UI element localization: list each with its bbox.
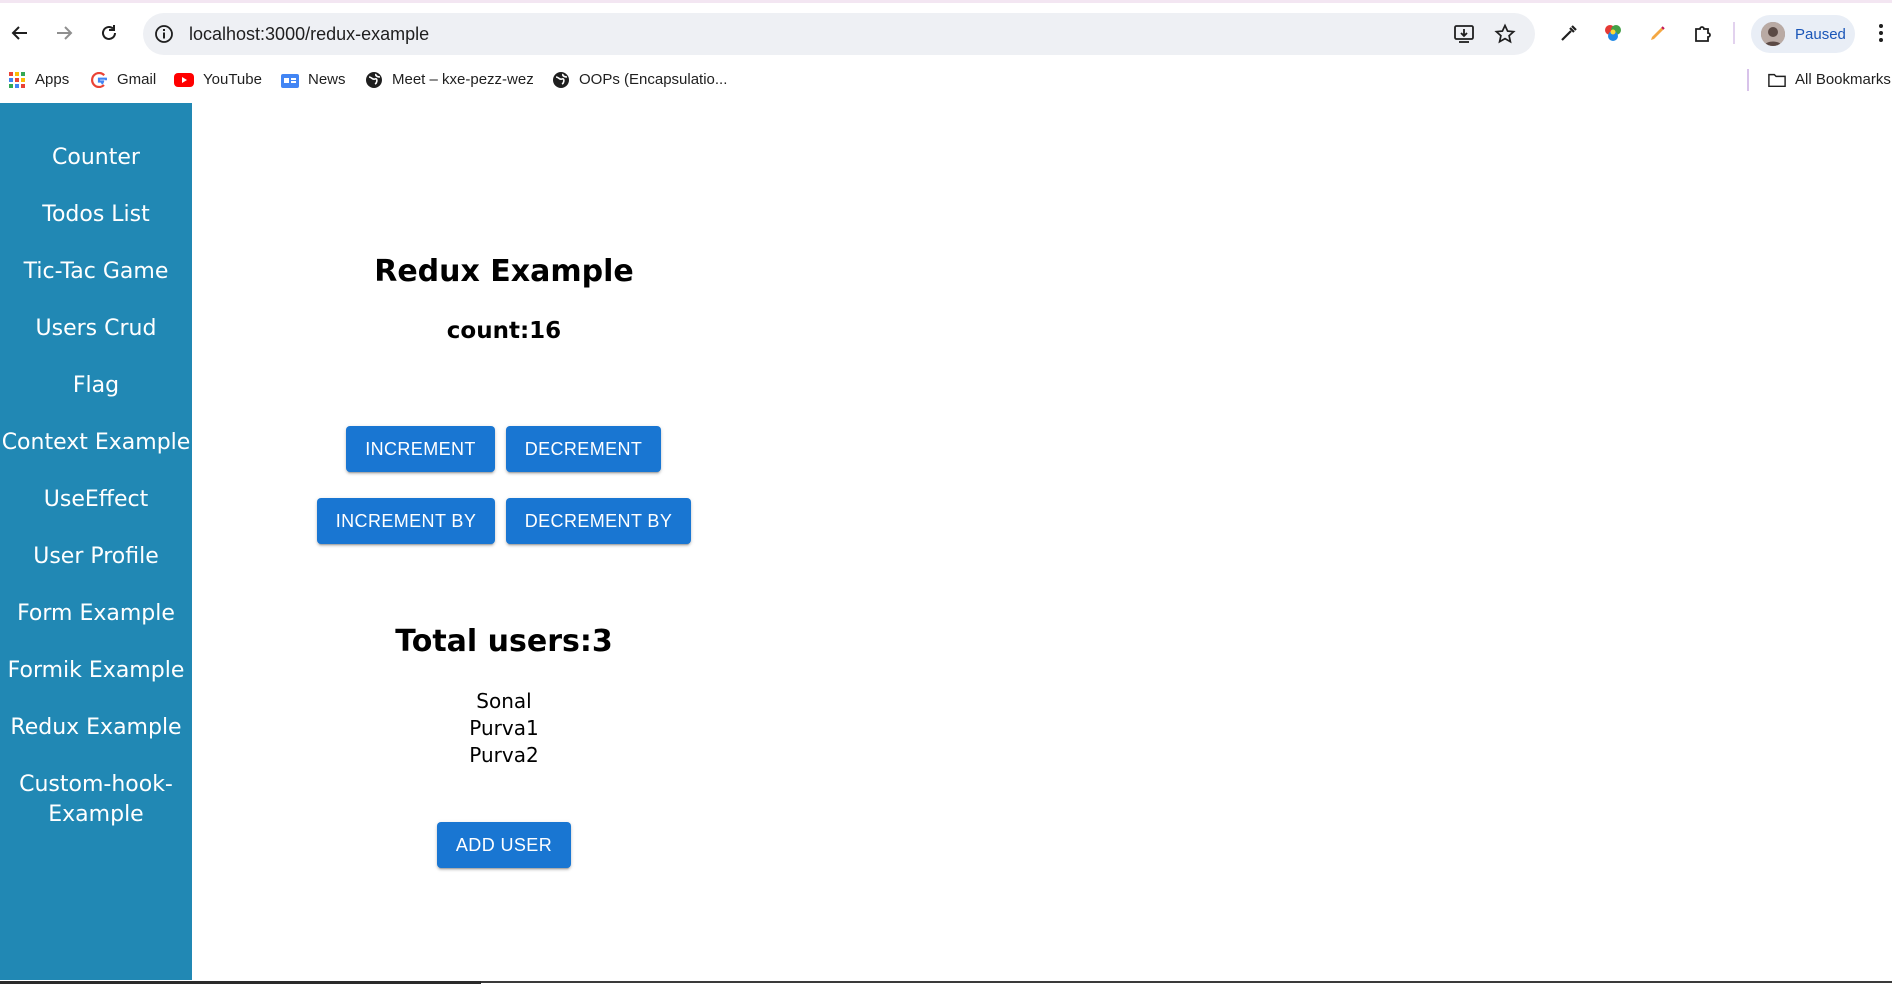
install-app-icon[interactable] bbox=[1452, 22, 1476, 46]
sidebar-item-flag[interactable]: Flag bbox=[0, 371, 192, 401]
count-display: count:16 bbox=[446, 318, 562, 344]
add-user-button[interactable]: ADD USER bbox=[437, 822, 571, 868]
sidebar-item-label: Custom-hook- bbox=[19, 772, 173, 797]
bookmarks-divider bbox=[1747, 69, 1749, 91]
address-url[interactable]: localhost:3000/redux-example bbox=[189, 13, 429, 55]
address-bar[interactable]: localhost:3000/redux-example bbox=[143, 13, 1535, 55]
folder-icon bbox=[1768, 71, 1786, 89]
browser-toolbar: localhost:3000/redux-example Paused bbox=[0, 3, 1892, 61]
list-item: Purva2 bbox=[469, 743, 539, 767]
bookmark-label: Apps bbox=[35, 71, 70, 88]
list-item: Purva1 bbox=[469, 716, 539, 740]
forward-button[interactable] bbox=[48, 17, 80, 49]
list-item: Sonal bbox=[476, 689, 532, 713]
increment-button[interactable]: INCREMENT bbox=[346, 426, 495, 472]
bookmark-apps[interactable]: Apps bbox=[8, 61, 69, 98]
sidebar-item-context-example[interactable]: Context Example bbox=[0, 428, 192, 458]
back-arrow-icon bbox=[11, 26, 27, 40]
sidebar-item-form-example[interactable]: Form Example bbox=[0, 599, 192, 629]
bookmark-youtube[interactable]: YouTube bbox=[174, 61, 262, 98]
sidebar-item-counter[interactable]: Counter bbox=[0, 143, 192, 173]
globe-icon bbox=[365, 71, 383, 89]
site-info-icon[interactable] bbox=[153, 23, 175, 45]
youtube-icon bbox=[174, 71, 194, 89]
sidebar-item-users-crud[interactable]: Users Crud bbox=[0, 314, 192, 344]
eyedropper-extension-icon[interactable] bbox=[1554, 18, 1584, 48]
total-users-heading: Total users:3 bbox=[395, 624, 613, 659]
reload-icon bbox=[102, 25, 116, 40]
bookmark-label: Gmail bbox=[117, 71, 157, 88]
sidebar-item-label: Example bbox=[48, 802, 144, 827]
color-picker-extension-icon[interactable] bbox=[1598, 18, 1628, 48]
divider-line bbox=[1733, 22, 1735, 44]
profile-status-label: Paused bbox=[1795, 25, 1846, 43]
sidebar-item-custom-hook-example[interactable]: Custom-hook- Example bbox=[0, 770, 192, 830]
forward-arrow-icon bbox=[57, 26, 73, 40]
sidebar-item-redux-example[interactable]: Redux Example bbox=[0, 713, 192, 743]
bookmark-label: OOPs (Encapsulatio... bbox=[579, 71, 728, 88]
decrement-by-button[interactable]: DECREMENT BY bbox=[506, 498, 691, 544]
sidebar-item-todos-list[interactable]: Todos List bbox=[0, 200, 192, 230]
extensions-puzzle-icon[interactable] bbox=[1688, 18, 1718, 48]
page-title: Redux Example bbox=[374, 254, 634, 289]
globe-icon bbox=[552, 71, 570, 89]
bookmark-label: YouTube bbox=[203, 71, 262, 88]
bookmark-gmail[interactable]: Gmail bbox=[90, 61, 156, 98]
pencil-extension-icon[interactable] bbox=[1643, 18, 1673, 48]
back-button[interactable] bbox=[4, 17, 36, 49]
google-icon bbox=[90, 71, 108, 89]
bookmark-oops[interactable]: OOPs (Encapsulatio... bbox=[552, 61, 727, 98]
sidebar-item-useeffect[interactable]: UseEffect bbox=[0, 485, 192, 515]
sidebar-item-tic-tac-game[interactable]: Tic-Tac Game bbox=[0, 257, 192, 287]
bookmark-label: Meet – kxe-pezz-wez bbox=[392, 71, 534, 88]
sidebar-item-formik-example[interactable]: Formik Example bbox=[0, 656, 192, 686]
browser-menu-icon[interactable] bbox=[1871, 18, 1891, 48]
sidebar-item-user-profile[interactable]: User Profile bbox=[0, 542, 192, 572]
all-bookmarks-button[interactable]: All Bookmarks bbox=[1768, 61, 1891, 98]
reload-button[interactable] bbox=[93, 17, 125, 49]
avatar bbox=[1761, 22, 1785, 46]
profile-button[interactable]: Paused bbox=[1751, 15, 1855, 53]
increment-by-button[interactable]: INCREMENT BY bbox=[317, 498, 495, 544]
bookmarks-bar: Apps Gmail YouTube News Meet – kxe-pezz-… bbox=[0, 61, 1892, 98]
bookmark-label: News bbox=[308, 71, 346, 88]
window-bottom-edge bbox=[0, 980, 1892, 984]
bookmark-meet[interactable]: Meet – kxe-pezz-wez bbox=[365, 61, 534, 98]
sidebar-nav: Counter Todos List Tic-Tac Game Users Cr… bbox=[0, 103, 192, 984]
bookmark-news[interactable]: News bbox=[281, 61, 346, 98]
decrement-button[interactable]: DECREMENT bbox=[506, 426, 661, 472]
bookmark-star-icon[interactable] bbox=[1493, 22, 1517, 46]
apps-grid-icon bbox=[8, 71, 26, 89]
all-bookmarks-label: All Bookmarks bbox=[1795, 71, 1891, 88]
news-icon bbox=[281, 71, 299, 89]
